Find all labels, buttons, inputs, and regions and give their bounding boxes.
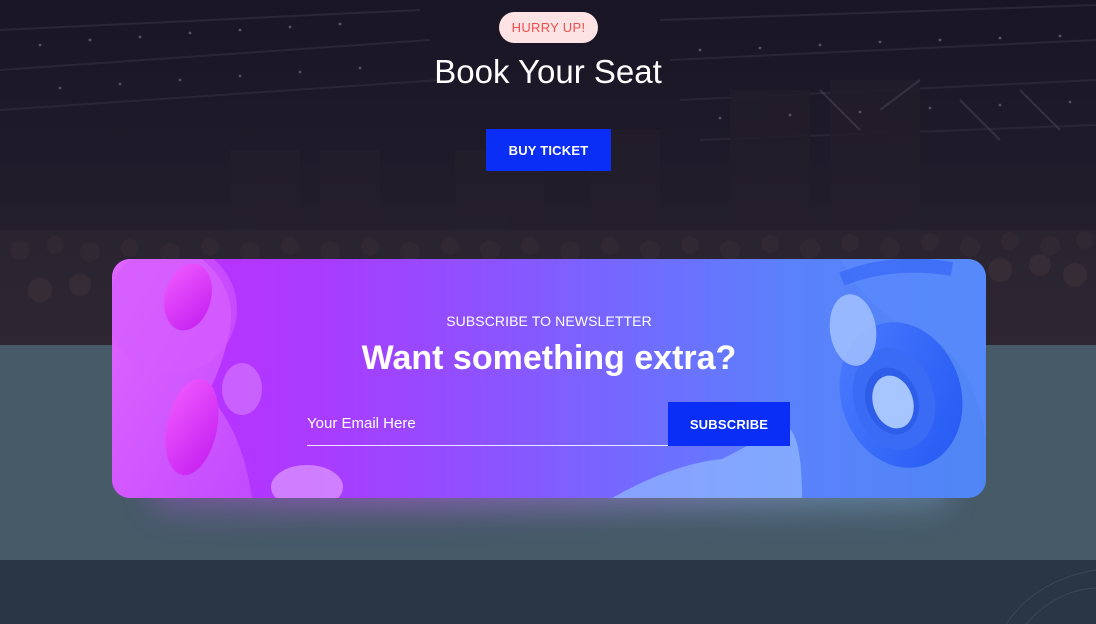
footer-curve-decoration [1005,569,1096,624]
card-decorations [112,259,986,498]
hero-title: Book Your Seat [434,53,662,90]
newsletter-eyebrow: SUBSCRIBE TO NEWSLETTER [446,313,652,329]
footer-band [0,560,1096,624]
newsletter-card: SUBSCRIBE TO NEWSLETTER Want something e… [112,259,986,498]
email-field[interactable] [307,402,668,446]
subscribe-button[interactable]: SUBSCRIBE [668,402,790,446]
abstract-speaker-shapes-icon [112,259,343,498]
newsletter-title: Want something extra? [361,339,737,377]
hurry-up-badge: HURRY UP! [499,12,598,43]
buy-ticket-button[interactable]: BUY TICKET [486,129,611,171]
